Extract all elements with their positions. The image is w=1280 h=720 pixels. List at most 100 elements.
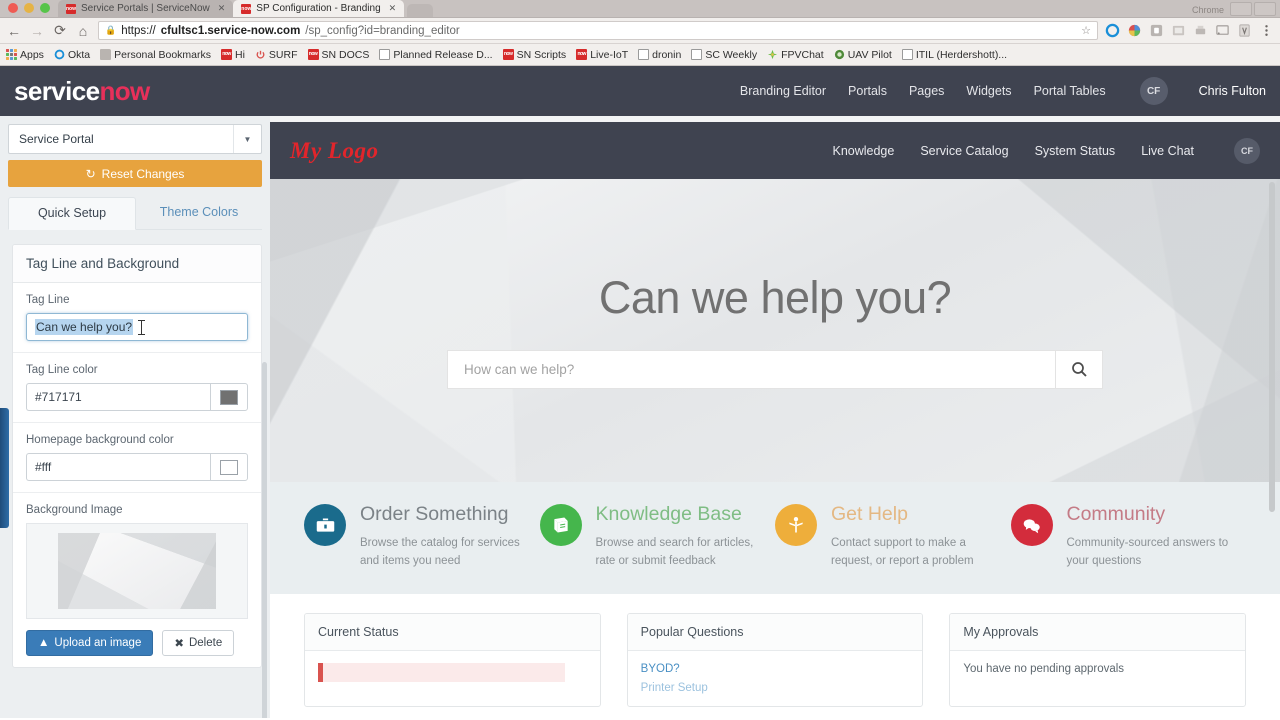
category-desc: Contact support to make a request, or re… — [831, 536, 974, 567]
bookmark-label: SURF — [268, 48, 298, 61]
user-name[interactable]: Chris Fulton — [1199, 84, 1266, 98]
popular-question-link-2[interactable]: Printer Setup — [641, 682, 910, 694]
reader-extension-icon[interactable] — [1237, 23, 1252, 38]
portal-select[interactable]: Service Portal ▼ — [8, 124, 262, 154]
homepage-bg-color-input[interactable]: #fff — [26, 453, 210, 481]
category-title: Community — [1066, 503, 1166, 525]
bookmark-okta[interactable]: Okta — [54, 49, 90, 61]
screenshot-extension-icon[interactable] — [1171, 23, 1186, 38]
close-icon[interactable]: ✕ — [389, 3, 397, 14]
new-tab-button[interactable] — [407, 4, 434, 17]
category-get-help[interactable]: Get Help Contact support to make a reque… — [775, 503, 1011, 570]
preview-scrollbar[interactable] — [1269, 182, 1275, 512]
bookmark-personal-bookmarks[interactable]: Personal Bookmarks — [100, 49, 211, 61]
minimize-window-button[interactable] — [24, 3, 34, 13]
widget-title: Popular Questions — [627, 614, 923, 652]
address-bar[interactable]: 🔒 https:// cfultsc1.service-now.com /sp_… — [98, 21, 1098, 40]
app-nav: Branding Editor Portals Pages Widgets Po… — [740, 77, 1266, 105]
now-icon: now — [221, 49, 232, 60]
tag-line-color-swatch-button[interactable] — [210, 383, 248, 411]
tab-theme-colors[interactable]: Theme Colors — [136, 197, 262, 230]
bookmark-fpvchat[interactable]: FPVChat — [767, 49, 824, 61]
tab-theme-colors-label: Theme Colors — [159, 205, 239, 219]
close-window-button[interactable] — [8, 3, 18, 13]
config-panel-scrollbar[interactable] — [262, 362, 267, 718]
preview-header: My Logo Knowledge Service Catalog System… — [270, 122, 1280, 179]
category-order-something[interactable]: Order Something Browse the catalog for s… — [304, 503, 540, 570]
delete-button[interactable]: ✖ Delete — [162, 630, 235, 656]
browser-tab-strip: now Service Portals | ServiceNow ✕ now S… — [0, 0, 1280, 18]
url-scheme: https:// — [121, 24, 156, 37]
reset-changes-button[interactable]: ↻ Reset Changes — [8, 160, 262, 187]
x-icon: ✖ — [174, 638, 184, 650]
category-row: Order Something Browse the catalog for s… — [270, 482, 1280, 595]
preview-nav-service-catalog[interactable]: Service Catalog — [920, 144, 1008, 158]
collapse-panel-handle[interactable] — [0, 408, 9, 528]
nav-item-branding-editor[interactable]: Branding Editor — [740, 84, 826, 98]
preview-nav-knowledge[interactable]: Knowledge — [832, 144, 894, 158]
nav-item-widgets[interactable]: Widgets — [966, 84, 1011, 98]
preview-nav-system-status[interactable]: System Status — [1035, 144, 1116, 158]
hero-search-input[interactable]: How can we help? — [447, 350, 1055, 389]
preview-nav: Knowledge Service Catalog System Status … — [832, 137, 1260, 164]
reload-icon[interactable]: ⟳ — [52, 22, 68, 39]
homepage-bg-color-swatch-button[interactable] — [210, 453, 248, 481]
bookmark-planned-release[interactable]: Planned Release D... — [379, 48, 493, 61]
servicenow-logo[interactable]: servicenow — [14, 76, 150, 107]
window-traffic-lights[interactable] — [0, 3, 58, 17]
avatar[interactable]: CF — [1139, 77, 1168, 105]
config-tabs: Quick Setup Theme Colors — [8, 197, 262, 230]
tag-line-color-input[interactable]: #717171 — [26, 383, 210, 411]
maximize-window-button[interactable] — [40, 3, 50, 13]
widget-row: Current Status Popular Questions BYOD? P… — [270, 594, 1280, 708]
category-knowledge-base[interactable]: Knowledge Base Browse and search for art… — [539, 503, 776, 570]
nav-item-portal-tables[interactable]: Portal Tables — [1034, 84, 1106, 98]
bookmark-label: Planned Release D... — [393, 48, 493, 61]
preview-nav-live-chat[interactable]: Live Chat — [1141, 144, 1194, 158]
home-icon[interactable]: ⌂ — [75, 23, 91, 39]
nav-item-portals[interactable]: Portals — [848, 84, 887, 98]
back-icon[interactable]: ← — [6, 23, 22, 39]
forward-icon[interactable]: → — [29, 23, 45, 39]
chrome-menu-icon[interactable] — [1259, 23, 1274, 38]
window-button-a[interactable] — [1230, 2, 1252, 16]
print-extension-icon[interactable] — [1193, 23, 1208, 38]
close-icon[interactable]: ✕ — [218, 3, 226, 14]
nav-item-pages[interactable]: Pages — [909, 84, 944, 98]
preview-avatar[interactable]: CF — [1234, 137, 1260, 164]
bookmark-star-icon[interactable]: ☆ — [1081, 24, 1091, 37]
category-community[interactable]: Community Community-sourced answers to y… — [1010, 503, 1247, 570]
window-button-b[interactable] — [1254, 2, 1276, 16]
bookmark-hi[interactable]: now Hi — [221, 49, 245, 61]
bookmark-surf[interactable]: SURF — [255, 49, 298, 61]
hero-banner: Can we help you? How can we help? — [270, 179, 1280, 482]
chevron-down-icon[interactable]: ▼ — [233, 125, 261, 153]
browser-toolbar: ← → ⟳ ⌂ 🔒 https:// cfultsc1.service-now.… — [0, 18, 1280, 44]
colorpicker-extension-icon[interactable] — [1127, 23, 1142, 38]
bookmark-live-iot[interactable]: now Live-IoT — [576, 49, 628, 61]
cast-icon[interactable] — [1215, 23, 1230, 38]
okta-extension-icon[interactable] — [1105, 23, 1120, 38]
preview-logo[interactable]: My Logo — [290, 138, 378, 164]
browser-tab-1[interactable]: now Service Portals | ServiceNow ✕ — [58, 0, 234, 17]
now-icon: now — [307, 49, 319, 60]
browser-tab-1-label: Service Portals | ServiceNow — [81, 3, 210, 14]
tag-line-input[interactable]: Can we help you? — [26, 313, 248, 341]
upload-an-image-button[interactable]: ▲ Upload an image — [26, 630, 154, 656]
bookmark-dronin[interactable]: dronin — [638, 49, 681, 61]
bookmark-label: SN Scripts — [516, 48, 567, 61]
bookmark-label: Live-IoT — [590, 48, 629, 61]
bookmark-apps[interactable]: Apps — [6, 49, 44, 61]
bookmark-itil[interactable]: ITIL (Herdershott)... — [901, 49, 1007, 61]
browser-tab-2[interactable]: now SP Configuration - Branding ✕ — [233, 0, 405, 17]
field-tag-line: Tag Line Can we help you? — [13, 283, 261, 353]
hero-search-button[interactable] — [1055, 350, 1103, 389]
tab-quick-setup[interactable]: Quick Setup — [8, 197, 136, 230]
bookmark-sn-scripts[interactable]: now SN Scripts — [502, 48, 567, 61]
popular-question-link-1[interactable]: BYOD? — [641, 663, 910, 675]
bookmark-sc-weekly[interactable]: SC Weekly — [691, 49, 757, 61]
bookmark-sn-docs[interactable]: now SN DOCS — [307, 49, 369, 61]
pocket-extension-icon[interactable] — [1149, 23, 1164, 38]
bookmark-uav-pilot[interactable]: UAV Pilot — [834, 49, 892, 61]
bookmark-label: SC Weekly — [705, 48, 758, 61]
